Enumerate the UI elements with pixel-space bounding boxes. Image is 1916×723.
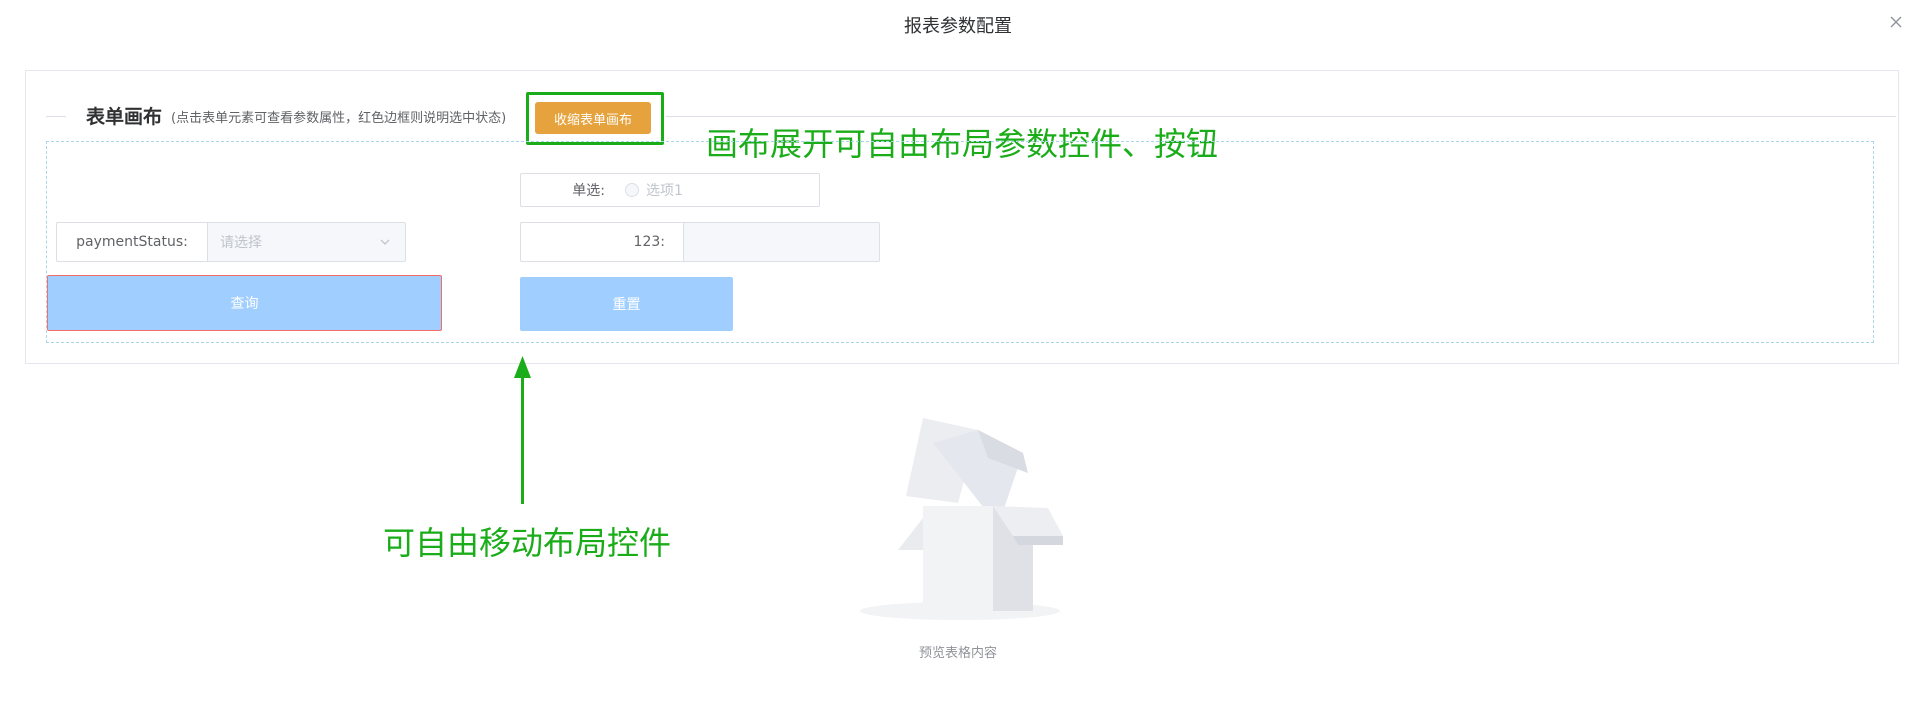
radio-label: 单选: xyxy=(572,183,605,199)
close-button[interactable] xyxy=(1886,12,1906,32)
canvas-hint: (点击表单元素可查看参数属性，红色边框则说明选中状态) xyxy=(171,111,507,126)
param-123-field[interactable]: 123: xyxy=(520,222,880,262)
collapse-canvas-button[interactable]: 收缩表单画布 xyxy=(535,102,651,134)
query-button[interactable]: 查询 xyxy=(47,275,442,331)
annotation-arrow-icon xyxy=(514,356,531,504)
reset-button[interactable]: 重置 xyxy=(520,277,733,331)
empty-state-text: 预览表格内容 xyxy=(918,646,997,661)
divider-right xyxy=(666,116,1896,117)
chevron-down-icon xyxy=(380,239,390,245)
empty-box-icon xyxy=(860,418,1063,620)
canvas-title: 表单画布 xyxy=(86,106,163,128)
annotation-bottom-text: 可自由移动布局控件 xyxy=(383,524,672,562)
radio-option-label: 选项1 xyxy=(646,183,683,199)
payment-status-label: paymentStatus: xyxy=(76,234,188,250)
dialog-title: 报表参数配置 xyxy=(904,16,1012,37)
radio-button[interactable] xyxy=(625,183,639,197)
form-canvas-panel: 表单画布 (点击表单元素可查看参数属性，红色边框则说明选中状态) 收缩表单画布 … xyxy=(25,70,1899,364)
close-icon xyxy=(1890,16,1902,28)
payment-status-select[interactable]: 请选择 xyxy=(207,223,405,261)
param-123-label: 123: xyxy=(633,234,665,250)
radio-field[interactable]: 单选: 选项1 xyxy=(520,173,820,207)
select-placeholder: 请选择 xyxy=(220,235,262,251)
divider-left xyxy=(46,116,66,117)
param-123-input[interactable] xyxy=(683,223,879,261)
payment-status-field[interactable]: paymentStatus: 请选择 xyxy=(56,222,406,262)
